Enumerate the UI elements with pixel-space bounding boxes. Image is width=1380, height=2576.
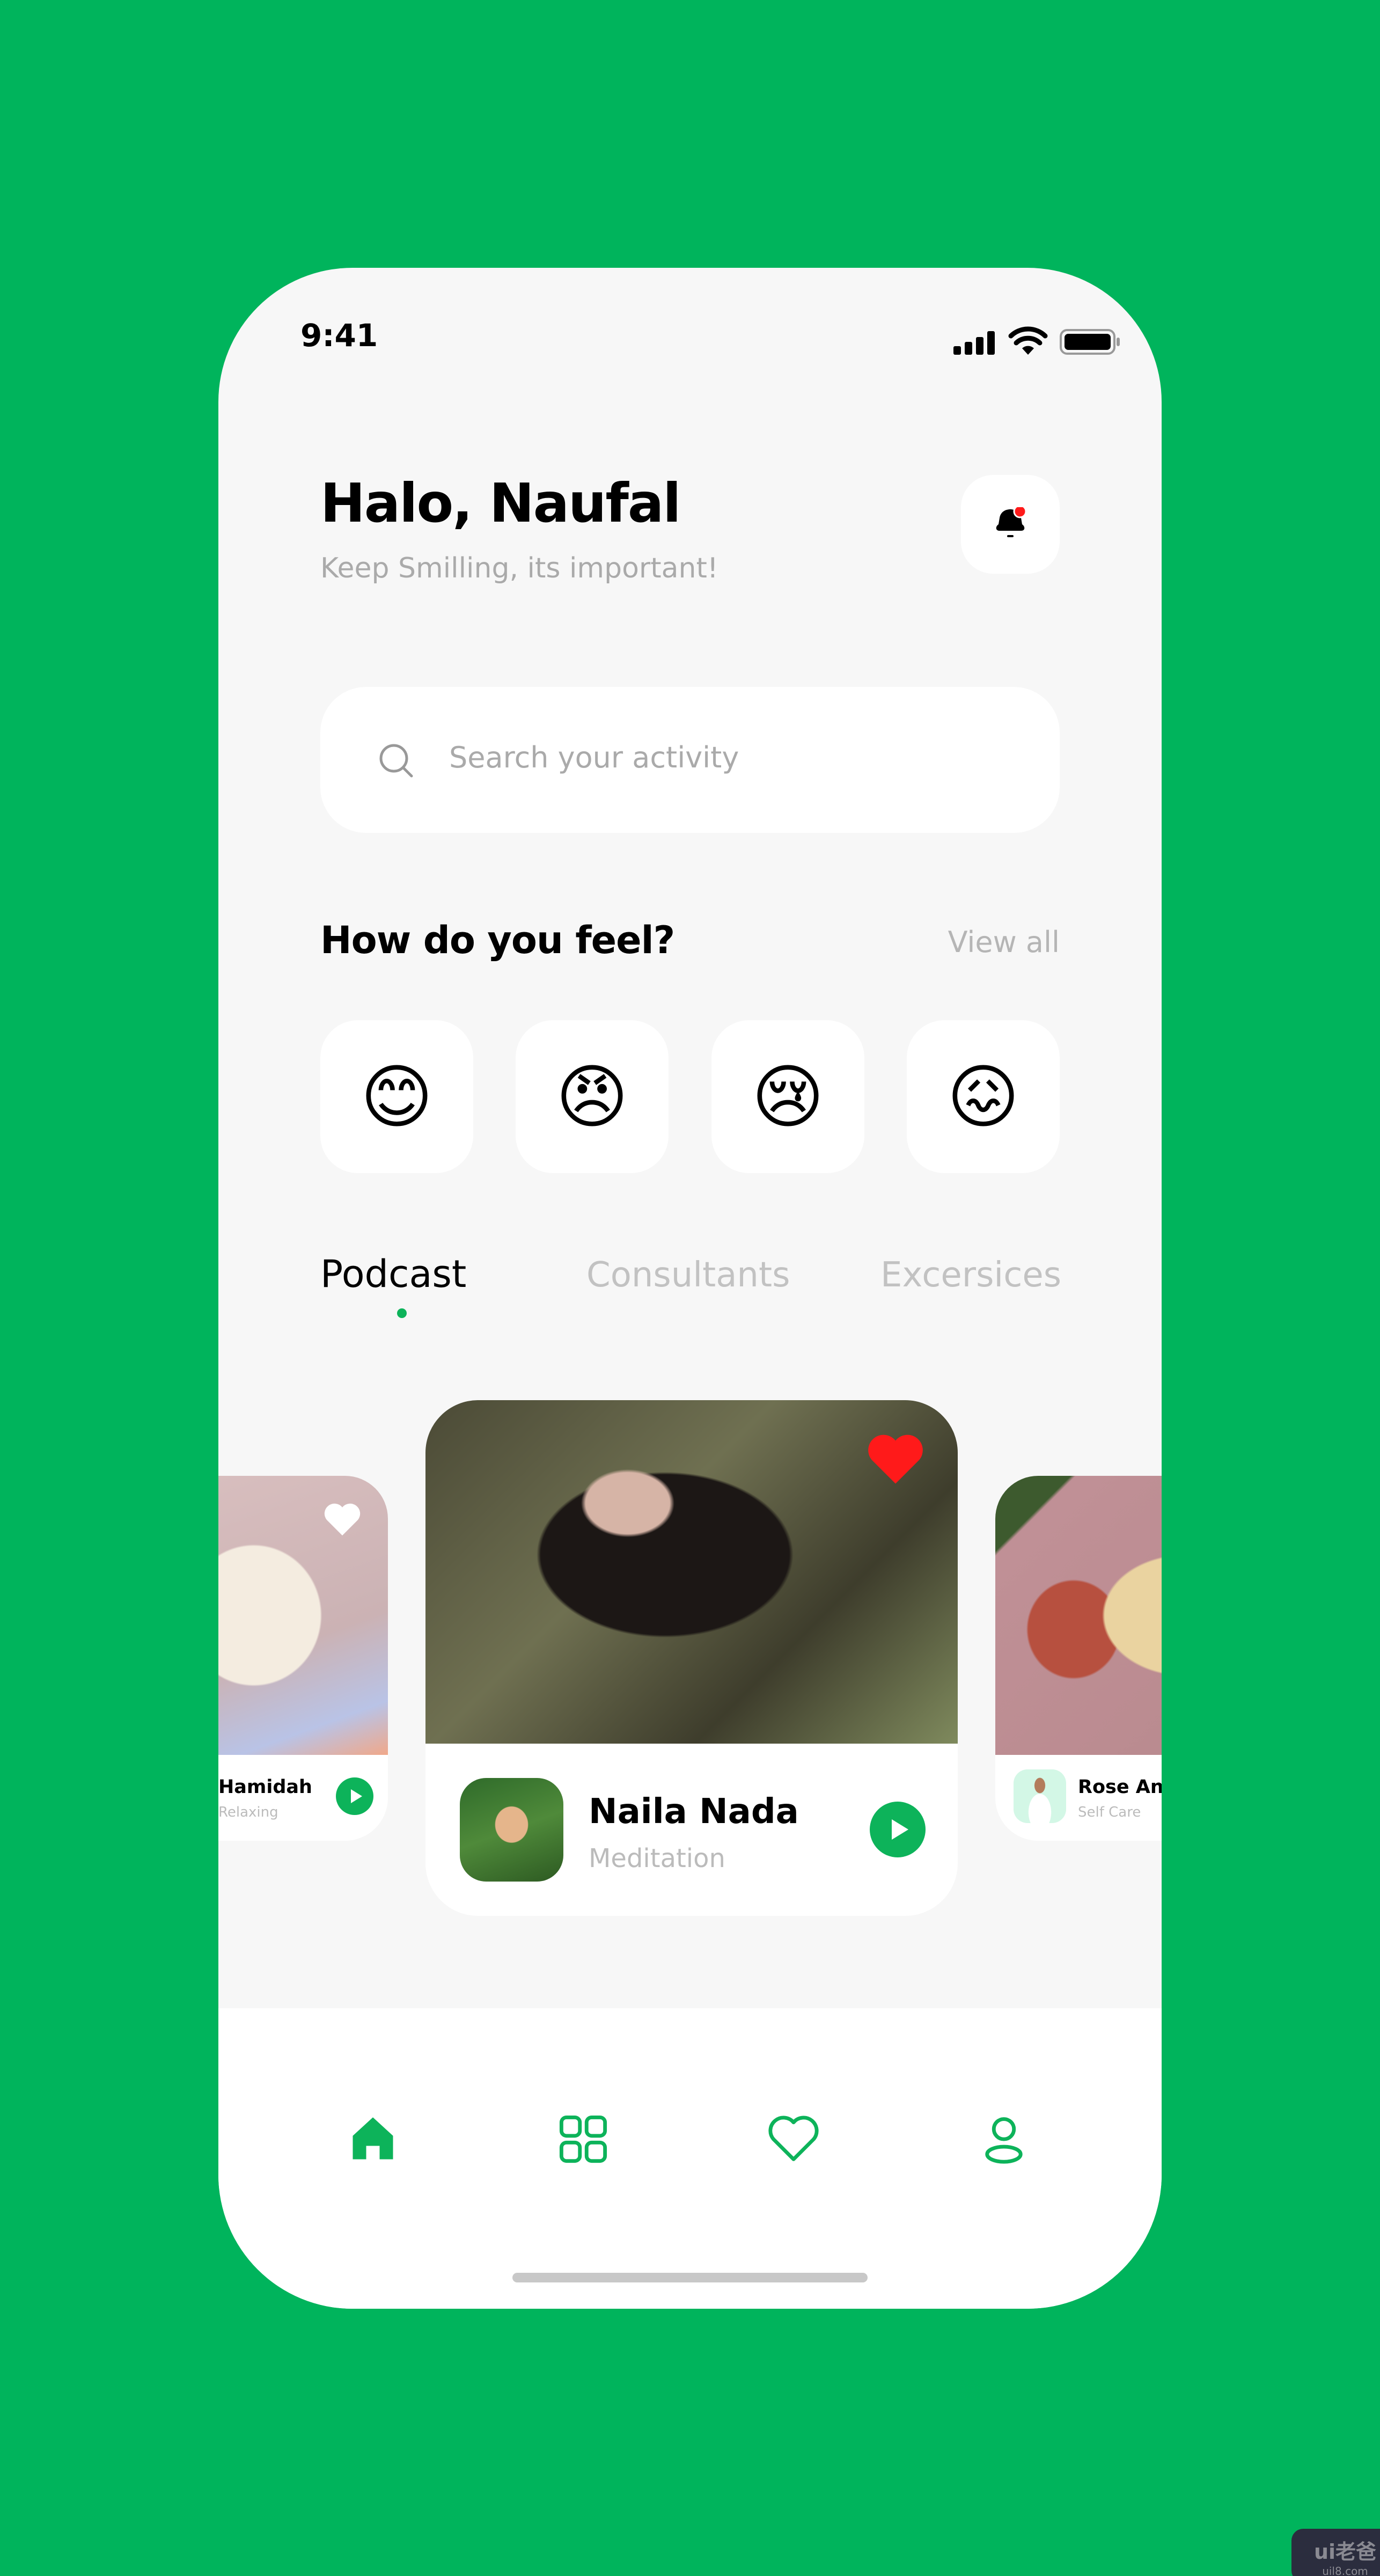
podcast-name: Hamidah <box>218 1776 312 1798</box>
watermark-logo-text: ui老爸 <box>1313 2540 1377 2564</box>
signal-icon <box>953 331 995 355</box>
bell-icon <box>996 507 1027 537</box>
mood-sad-button[interactable]: 😢 <box>711 1020 864 1173</box>
status-icons <box>953 326 1121 355</box>
watermark-url: uil8.com <box>1322 2565 1368 2576</box>
podcast-card-naila-nada[interactable]: Naila Nada Meditation <box>425 1400 958 1916</box>
view-all-link[interactable]: View all <box>948 925 1060 959</box>
happy-emoji-icon: 😊 <box>360 1056 434 1138</box>
play-button[interactable] <box>870 1802 926 1857</box>
mood-stressed-button[interactable]: 😖 <box>907 1020 1060 1173</box>
search-input[interactable]: Search your activity <box>320 687 1060 833</box>
feelings-title: How do you feel? <box>320 918 675 962</box>
heart-icon[interactable] <box>323 1503 362 1537</box>
grid-icon[interactable] <box>556 2112 610 2166</box>
podcast-name: Rose Ana A <box>1078 1776 1162 1798</box>
podcast-cover-image <box>218 1476 388 1755</box>
wifi-icon <box>1008 326 1048 355</box>
stressed-emoji-icon: 😖 <box>946 1056 1020 1138</box>
podcast-category: Relaxing <box>218 1804 278 1820</box>
greeting-subtitle: Keep Smilling, its important! <box>320 552 718 584</box>
home-indicator[interactable] <box>512 2273 868 2282</box>
podcast-card-hamidah[interactable]: Hamidah Relaxing <box>218 1476 388 1841</box>
phone-screen: 9:41 Halo, Naufal Keep Smilling, its imp… <box>218 268 1162 2309</box>
tab-consultants[interactable]: Consultants <box>586 1255 790 1295</box>
heart-icon[interactable] <box>767 2112 820 2166</box>
tab-excersices[interactable]: Excersices <box>880 1255 1061 1295</box>
podcast-category: Meditation <box>589 1843 725 1874</box>
podcast-cover-image <box>995 1476 1162 1755</box>
search-icon <box>379 744 413 778</box>
home-icon[interactable] <box>346 2112 400 2166</box>
heart-filled-icon[interactable] <box>867 1433 924 1486</box>
tab-podcast[interactable]: Podcast <box>320 1252 466 1296</box>
mood-happy-button[interactable]: 😊 <box>320 1020 473 1173</box>
greeting-title: Halo, Naufal <box>320 472 681 535</box>
battery-icon <box>1060 329 1120 355</box>
podcast-name: Naila Nada <box>589 1792 799 1832</box>
watermark-logo: ui老爸 uil8.com <box>1291 2529 1380 2576</box>
podcast-host-avatar <box>1014 1769 1066 1823</box>
status-time: 9:41 <box>300 317 378 354</box>
podcast-host-avatar <box>460 1778 563 1882</box>
search-placeholder: Search your activity <box>449 741 739 774</box>
sad-emoji-icon: 😢 <box>751 1056 825 1138</box>
play-button[interactable] <box>336 1777 373 1815</box>
active-tab-indicator <box>397 1308 407 1318</box>
angry-emoji-icon: 😠 <box>555 1056 629 1138</box>
podcast-card-rose-ana[interactable]: Rose Ana A Self Care <box>995 1476 1162 1841</box>
notification-button[interactable] <box>961 475 1060 574</box>
podcast-category: Self Care <box>1078 1804 1141 1820</box>
profile-icon[interactable] <box>977 2112 1031 2166</box>
mood-angry-button[interactable]: 😠 <box>516 1020 669 1173</box>
